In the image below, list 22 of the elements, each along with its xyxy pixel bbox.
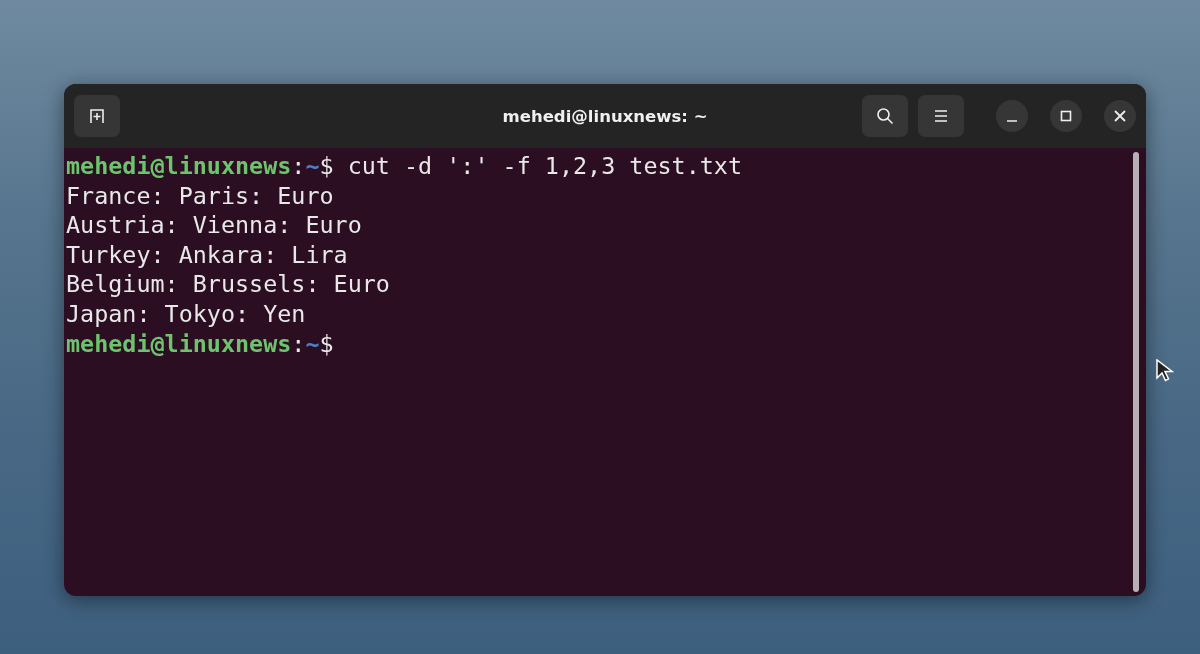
search-icon — [876, 107, 894, 125]
scrollbar[interactable] — [1133, 152, 1139, 592]
output-line: Belgium: Brussels: Euro — [66, 270, 390, 299]
window-title: mehedi@linuxnews: ~ — [502, 106, 708, 126]
menu-button[interactable] — [918, 95, 964, 137]
minimize-icon — [1006, 120, 1018, 122]
search-button[interactable] — [862, 95, 908, 137]
output-line: France: Paris: Euro — [66, 181, 334, 210]
command-text: cut -d ':' -f 1,2,3 test.txt — [346, 152, 742, 180]
output-line: Austria: Vienna: Euro — [66, 211, 362, 240]
menu-icon — [932, 107, 950, 125]
prompt-line: mehedi@linuxnews:~$ — [66, 329, 334, 358]
maximize-icon — [1060, 110, 1072, 122]
output-line: Turkey: Ankara: Lira — [66, 240, 348, 269]
prompt-line: mehedi@linuxnews:~$ — [66, 152, 334, 180]
mouse-pointer-icon — [1156, 359, 1174, 383]
close-button[interactable] — [1104, 100, 1136, 132]
maximize-button[interactable] — [1050, 100, 1082, 132]
new-tab-icon — [88, 107, 106, 125]
close-icon — [1114, 110, 1126, 122]
new-tab-button[interactable] — [74, 95, 120, 137]
output-line: Japan: Tokyo: Yen — [66, 299, 306, 328]
